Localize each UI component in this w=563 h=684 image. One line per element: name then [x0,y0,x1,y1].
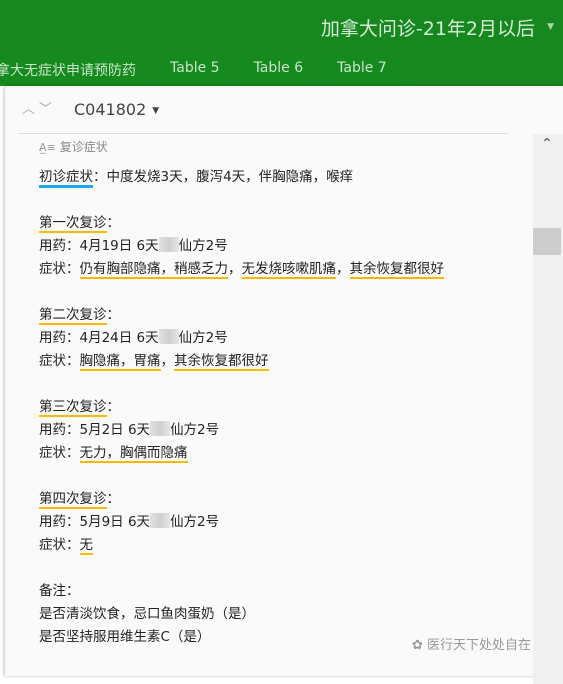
symptom: 无 [79,537,93,555]
medication-text: 用药：4月24日 6天 [39,330,159,346]
medication-name: 仙方2号 [170,422,220,438]
scrollbar-thumb[interactable] [533,228,561,255]
symptom-label: 症状： [39,353,80,369]
blurred-region [150,421,171,436]
blurred-region [150,513,171,528]
scrollbar[interactable]: ⌃ [533,134,563,684]
record-nav: ︿﹀ [22,98,56,117]
record-selector[interactable]: C041802 ▼ [74,100,159,119]
initial-text: ：中度发烧3天，腹泻4天，伴胸隐痛，喉痒 [93,169,354,185]
wechat-icon: ✿ [412,638,428,653]
symptom: 无力，胸偶而隐痛 [79,445,188,463]
symptom: 胸隐痛，胃痛 [79,353,161,371]
caret-down-icon[interactable]: ▼ [547,22,554,32]
symptom: 其余恢复都很好 [174,353,269,371]
chevron-up-icon[interactable]: ︿ [22,102,39,117]
field-content[interactable]: 初诊症状：中度发烧3天，腹泻4天，伴胸隐痛，喉痒 第一次复诊： 用药：4月19日… [39,166,444,649]
medication-text: 用药：4月19日 6天 [39,238,159,254]
caret-down-icon: ▼ [152,106,160,116]
symptom-label: 症状： [39,537,80,553]
symptom: 其余恢复都很好 [349,261,444,279]
visit-title: 第二次复诊 [39,307,107,325]
symptom-label: 症状： [39,445,80,461]
symptom-label: 症状： [39,261,80,277]
symptom: 仍有胸部隐痛，稍感乏力 [79,261,228,279]
blurred-region [158,237,179,252]
initial-label: 初诊症状 [39,169,93,188]
chevron-down-icon[interactable]: ﹀ [39,102,56,117]
medication-text: 用药：5月9日 6天 [39,514,151,530]
note-line: 是否清淡饮食，忌口鱼肉蛋奶（是） [39,606,255,622]
base-title[interactable]: 加拿大问诊-21年2月以后 [321,14,535,41]
note-line: 是否坚持服用维生素C（是） [39,629,211,645]
table-tabs: 拿大无症状申请预防药 Table 5 Table 6 Table 7 [0,52,405,86]
symptom: 无发烧咳嗽肌痛 [241,261,336,279]
field-label: A̲≡ 复诊症状 [39,140,108,154]
medication-name: 仙方2号 [170,514,220,530]
notes-label: 备注： [39,583,80,599]
medication-text: 用药：5月2日 6天 [39,422,151,438]
visit-title: 第一次复诊 [39,215,107,233]
record-card: ︿﹀ C041802 ▼ A̲≡ 复诊症状 ⌃ 初诊症状：中度发烧3天，腹泻4天，伴… [5,86,563,684]
scroll-up-icon[interactable]: ⌃ [541,136,553,152]
tab-table-7[interactable]: Table 7 [321,52,403,86]
divider [18,133,508,134]
app-header: 加拿大问诊-21年2月以后 ▼ 拿大无症状申请预防药 Table 5 Table… [0,0,563,86]
long-text-icon: A̲≡ [39,141,56,154]
medication-name: 仙方2号 [178,330,228,346]
tab-table-6[interactable]: Table 6 [237,52,320,86]
tab-table-5[interactable]: Table 5 [154,52,236,86]
watermark: ✿ 医行天下处处自在 [412,638,532,653]
visit-title: 第三次复诊 [39,399,107,417]
medication-name: 仙方2号 [178,238,228,254]
record-id: C041802 [74,100,147,119]
tab-table-4[interactable]: 拿大无症状申请预防药 [0,52,152,86]
visit-title: 第四次复诊 [39,491,107,509]
blurred-region [158,329,179,344]
